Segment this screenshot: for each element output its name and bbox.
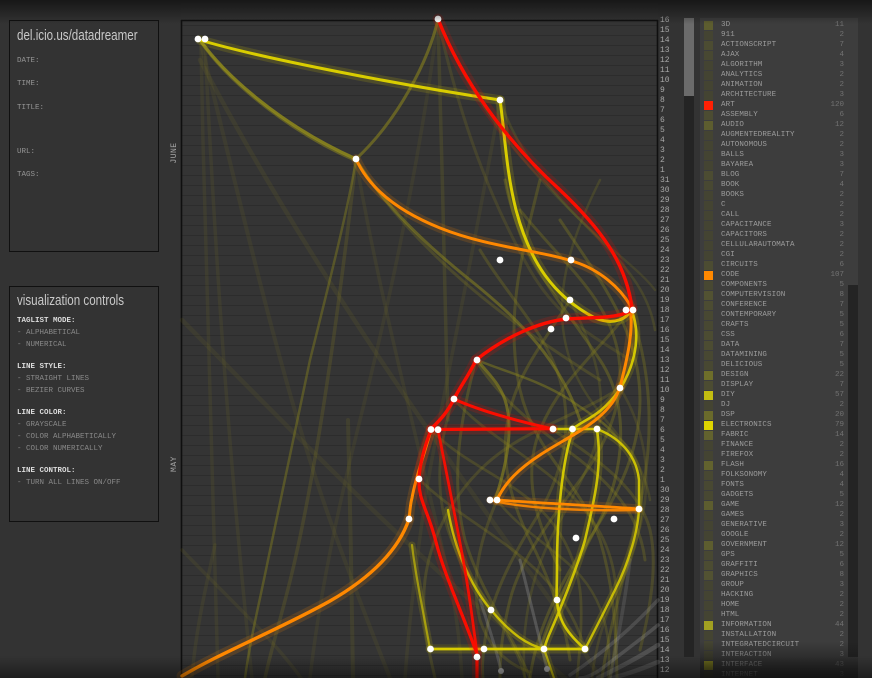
svg-text:12: 12 bbox=[660, 366, 670, 375]
svg-text:2: 2 bbox=[660, 466, 665, 475]
svg-text:22: 22 bbox=[660, 566, 670, 575]
svg-text:28: 28 bbox=[660, 506, 670, 515]
svg-text:JUNE: JUNE bbox=[170, 142, 179, 163]
svg-text:3: 3 bbox=[660, 456, 665, 465]
svg-text:7: 7 bbox=[660, 416, 665, 425]
svg-text:MAY: MAY bbox=[170, 456, 179, 472]
svg-text:19: 19 bbox=[660, 296, 670, 305]
svg-text:23: 23 bbox=[660, 256, 670, 265]
svg-text:24: 24 bbox=[660, 546, 670, 555]
svg-text:6: 6 bbox=[660, 426, 665, 435]
svg-text:9: 9 bbox=[660, 396, 665, 405]
svg-text:16: 16 bbox=[660, 16, 670, 25]
svg-text:4: 4 bbox=[660, 136, 665, 145]
svg-text:24: 24 bbox=[660, 246, 670, 255]
svg-text:25: 25 bbox=[660, 236, 670, 245]
svg-text:15: 15 bbox=[660, 636, 670, 645]
svg-text:17: 17 bbox=[660, 616, 670, 625]
svg-text:30: 30 bbox=[660, 486, 670, 495]
svg-text:5: 5 bbox=[660, 126, 665, 135]
svg-text:1: 1 bbox=[660, 476, 665, 485]
svg-text:16: 16 bbox=[660, 626, 670, 635]
svg-text:14: 14 bbox=[660, 646, 670, 655]
svg-text:5: 5 bbox=[660, 436, 665, 445]
svg-text:21: 21 bbox=[660, 576, 670, 585]
svg-text:8: 8 bbox=[660, 406, 665, 415]
svg-text:20: 20 bbox=[660, 586, 670, 595]
svg-text:1: 1 bbox=[660, 166, 665, 175]
svg-text:13: 13 bbox=[660, 656, 670, 665]
svg-text:10: 10 bbox=[660, 76, 670, 85]
svg-text:15: 15 bbox=[660, 336, 670, 345]
svg-text:15: 15 bbox=[660, 26, 670, 35]
svg-text:25: 25 bbox=[660, 536, 670, 545]
svg-text:30: 30 bbox=[660, 186, 670, 195]
svg-text:17: 17 bbox=[660, 316, 670, 325]
svg-text:3: 3 bbox=[660, 146, 665, 155]
svg-text:9: 9 bbox=[660, 86, 665, 95]
svg-text:18: 18 bbox=[660, 606, 670, 615]
svg-text:21: 21 bbox=[660, 276, 670, 285]
svg-text:27: 27 bbox=[660, 216, 670, 225]
svg-text:13: 13 bbox=[660, 356, 670, 365]
svg-text:23: 23 bbox=[660, 556, 670, 565]
svg-text:18: 18 bbox=[660, 306, 670, 315]
svg-text:4: 4 bbox=[660, 446, 665, 455]
svg-text:2: 2 bbox=[660, 156, 665, 165]
svg-text:29: 29 bbox=[660, 496, 670, 505]
svg-text:19: 19 bbox=[660, 596, 670, 605]
svg-text:16: 16 bbox=[660, 326, 670, 335]
svg-text:8: 8 bbox=[660, 96, 665, 105]
svg-text:20: 20 bbox=[660, 286, 670, 295]
svg-text:14: 14 bbox=[660, 36, 670, 45]
svg-text:7: 7 bbox=[660, 106, 665, 115]
svg-text:28: 28 bbox=[660, 206, 670, 215]
svg-text:26: 26 bbox=[660, 526, 670, 535]
svg-text:29: 29 bbox=[660, 196, 670, 205]
svg-text:11: 11 bbox=[660, 376, 670, 385]
svg-text:27: 27 bbox=[660, 516, 670, 525]
svg-text:13: 13 bbox=[660, 46, 670, 55]
svg-text:11: 11 bbox=[660, 66, 670, 75]
svg-text:10: 10 bbox=[660, 386, 670, 395]
svg-text:26: 26 bbox=[660, 226, 670, 235]
svg-text:12: 12 bbox=[660, 666, 670, 675]
svg-text:31: 31 bbox=[660, 176, 670, 185]
svg-text:22: 22 bbox=[660, 266, 670, 275]
svg-text:14: 14 bbox=[660, 346, 670, 355]
svg-text:6: 6 bbox=[660, 116, 665, 125]
svg-text:12: 12 bbox=[660, 56, 670, 65]
